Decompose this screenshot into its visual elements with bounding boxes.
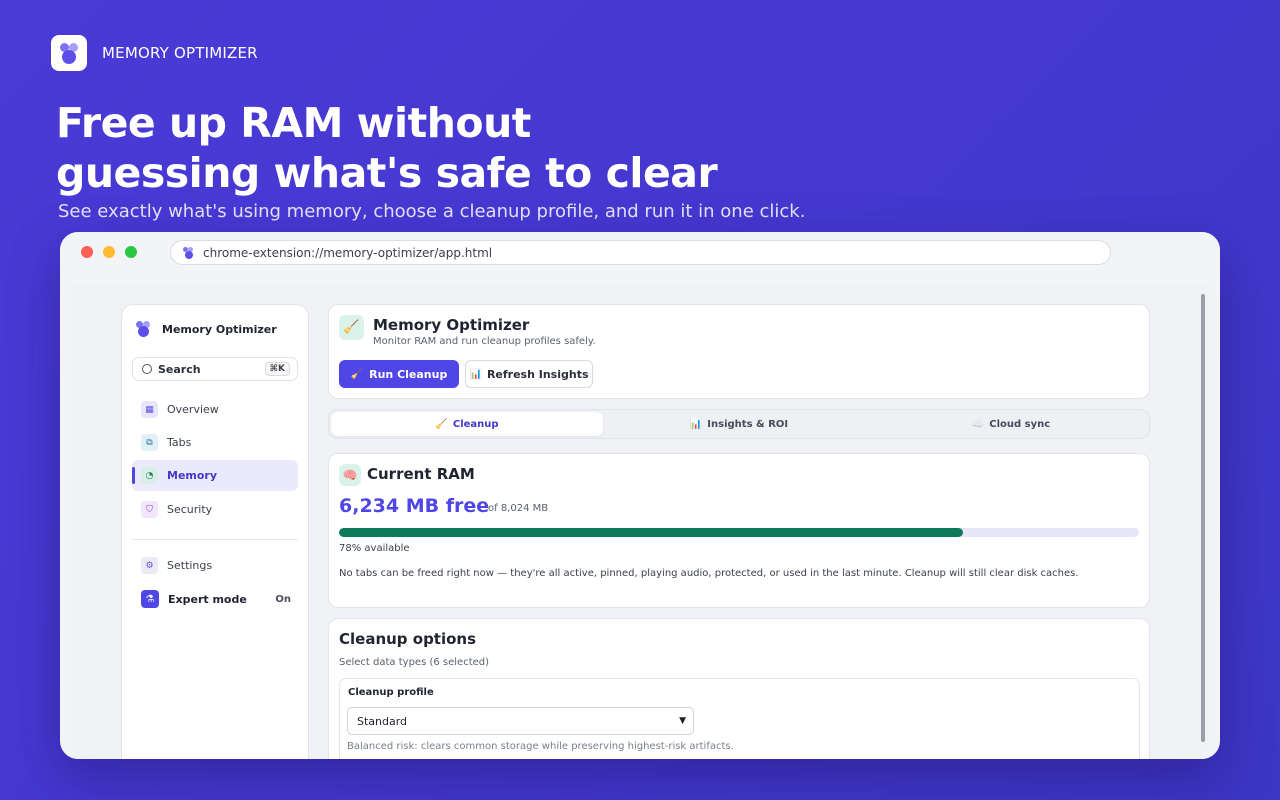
browser-window: chrome-extension://memory-optimizer/app.…	[60, 232, 1220, 759]
promo-subline: See exactly what's using memory, choose …	[58, 201, 806, 222]
sidebar-item-label: Security	[167, 503, 213, 516]
tab-bar: 🧹 Cleanup 📊 Insights & ROI ☁️ Cloud sync	[328, 409, 1150, 439]
broom-icon: 🧹	[350, 368, 364, 380]
refresh-insights-button[interactable]: 📊 Refresh Insights	[465, 360, 593, 388]
sidebar-divider	[132, 539, 298, 540]
search-input[interactable]: Search ⌘K	[132, 357, 298, 381]
browser-titlebar: chrome-extension://memory-optimizer/app.…	[60, 232, 1220, 272]
cleanup-profile-label: Cleanup profile	[348, 687, 434, 698]
url-text: chrome-extension://memory-optimizer/app.…	[203, 245, 493, 260]
sidebar-item-label: Tabs	[167, 436, 192, 449]
refresh-insights-label: Refresh Insights	[486, 367, 589, 381]
search-label: Search	[158, 362, 201, 376]
gauge-icon: ◔	[141, 467, 158, 484]
tab-label: Cloud sync	[989, 418, 1051, 430]
page-title: Memory Optimizer	[373, 316, 530, 334]
page-viewport: Memory Optimizer Search ⌘K ▦ Overview ⧉ …	[72, 284, 1208, 759]
sidebar-item-label: Memory	[167, 469, 218, 482]
address-bar[interactable]: chrome-extension://memory-optimizer/app.…	[170, 240, 1111, 265]
bar-chart-icon: 📊	[469, 368, 482, 380]
cleanup-profile-panel: Cleanup profile Standard ▼ Balanced risk…	[339, 678, 1140, 759]
tab-label: Cleanup	[452, 418, 499, 430]
run-cleanup-button[interactable]: 🧹 Run Cleanup	[339, 360, 459, 388]
expert-mode-toggle[interactable]: ⚗ Expert mode On	[141, 590, 291, 608]
sidebar-item-settings[interactable]: ⚙ Settings	[132, 550, 298, 581]
sidebar-brand: Memory Optimizer	[135, 320, 277, 338]
brain-icon: 🧠	[339, 464, 361, 486]
broom-icon: 🧹	[435, 418, 448, 430]
current-ram-card: 🧠 Current RAM 6,234 MB free of 8,024 MB …	[328, 453, 1150, 608]
ram-total-value: of 8,024 MB	[488, 503, 549, 514]
chevron-down-icon: ▼	[679, 716, 686, 726]
cleanup-options-title: Cleanup options	[339, 630, 477, 648]
grid-icon: ▦	[141, 401, 158, 418]
sidebar-item-label: Settings	[167, 559, 213, 572]
header-card: 🧹 Memory Optimizer Monitor RAM and run c…	[328, 304, 1150, 399]
memory-logo-icon	[51, 35, 87, 71]
bar-chart-icon: 📊	[689, 418, 703, 430]
ram-note: No tabs can be freed right now — they're…	[339, 568, 1079, 579]
cleanup-profile-value: Standard	[357, 714, 408, 728]
page-scrollbar[interactable]	[1201, 294, 1205, 742]
cleanup-options-card: Cleanup options Select data types (6 sel…	[328, 618, 1150, 759]
memory-logo-icon	[135, 320, 153, 338]
cloud-icon: ☁️	[971, 418, 985, 430]
tab-cleanup[interactable]: 🧹 Cleanup	[331, 412, 603, 436]
minimize-window-button[interactable]	[103, 246, 115, 258]
sidebar-item-tabs[interactable]: ⧉ Tabs	[132, 427, 298, 458]
tab-insights[interactable]: 📊 Insights & ROI	[603, 412, 875, 436]
flask-icon: ⚗	[141, 590, 159, 608]
page-subtitle: Monitor RAM and run cleanup profiles saf…	[373, 336, 596, 347]
ram-progress-bar	[339, 528, 1139, 537]
broom-icon: 🧹	[339, 315, 364, 340]
sidebar: Memory Optimizer Search ⌘K ▦ Overview ⧉ …	[121, 304, 309, 759]
promo-headline: Free up RAM without guessing what's safe…	[56, 99, 718, 197]
run-cleanup-label: Run Cleanup	[369, 367, 448, 381]
gear-icon: ⚙	[141, 557, 158, 574]
expert-mode-label: Expert mode	[168, 592, 247, 606]
cleanup-profile-description: Balanced risk: clears common storage whi…	[347, 741, 734, 752]
promo-brand-name: MEMORY OPTIMIZER	[102, 44, 258, 62]
tab-cloud-sync[interactable]: ☁️ Cloud sync	[875, 412, 1147, 436]
expert-mode-state: On	[275, 593, 291, 605]
cleanup-options-subtitle: Select data types (6 selected)	[339, 657, 490, 668]
cleanup-profile-select[interactable]: Standard ▼	[347, 707, 694, 735]
tab-label: Insights & ROI	[707, 418, 789, 430]
sidebar-item-security[interactable]: ⛉ Security	[132, 494, 298, 525]
extension-icon	[183, 246, 195, 259]
ram-available-text: 78% available	[339, 543, 410, 554]
shield-icon: ⛉	[141, 501, 158, 518]
promo-brand: MEMORY OPTIMIZER	[51, 35, 258, 71]
maximize-window-button[interactable]	[125, 246, 137, 258]
ram-free-value: 6,234 MB free	[339, 495, 490, 517]
sidebar-item-overview[interactable]: ▦ Overview	[132, 394, 298, 425]
sidebar-brand-name: Memory Optimizer	[162, 322, 277, 336]
current-ram-title: Current RAM	[367, 465, 475, 483]
tabs-icon: ⧉	[141, 434, 158, 451]
ram-progress-fill	[339, 528, 963, 537]
close-window-button[interactable]	[81, 246, 93, 258]
search-icon	[142, 364, 152, 374]
sidebar-item-memory[interactable]: ◔ Memory	[132, 460, 298, 491]
search-shortcut: ⌘K	[264, 362, 290, 376]
sidebar-item-label: Overview	[167, 403, 219, 416]
